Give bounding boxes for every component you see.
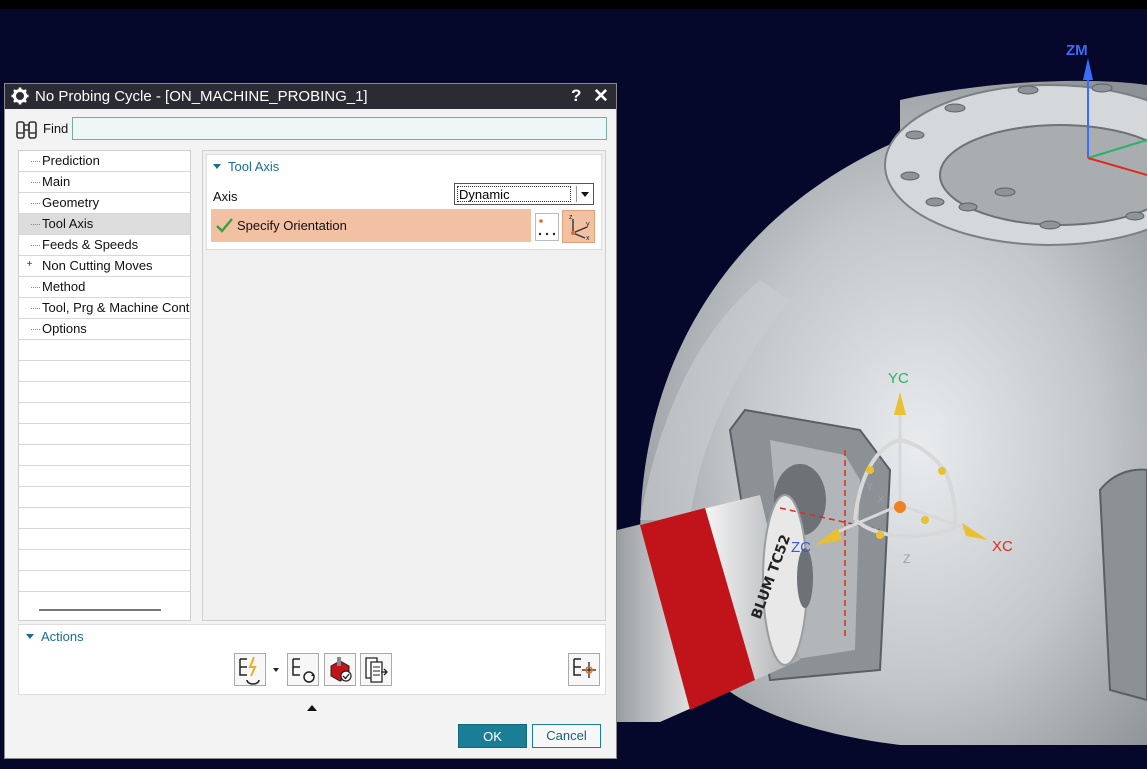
empty-row	[19, 361, 190, 382]
svg-text:z: z	[569, 214, 573, 221]
replay-button[interactable]	[287, 653, 319, 686]
expand-plus-icon[interactable]: +	[25, 260, 34, 270]
nav-item-geometry[interactable]: Geometry	[19, 193, 190, 214]
y-label: Y	[866, 481, 874, 493]
generate-button[interactable]	[234, 653, 266, 686]
nav-item-tool-axis[interactable]: Tool Axis	[19, 214, 190, 235]
empty-row	[19, 529, 190, 550]
ok-button[interactable]: OK	[458, 724, 527, 748]
actions-group: Actions	[18, 624, 606, 695]
empty-row	[19, 571, 190, 592]
empty-row	[19, 340, 190, 361]
collapse-dialog-arrow-icon[interactable]	[307, 705, 317, 711]
nav-item-label: Tool, Prg & Machine Control	[42, 300, 191, 315]
nav-item-label: Options	[42, 321, 87, 336]
point-dots-icon	[538, 219, 556, 236]
checkmark-icon	[216, 218, 233, 233]
export-button[interactable]	[568, 653, 600, 686]
export-icon	[573, 658, 596, 678]
verify-button[interactable]	[324, 653, 356, 686]
actions-group-header[interactable]: Actions	[26, 629, 84, 644]
x-label: X	[877, 494, 885, 506]
nav-item-prediction[interactable]: Prediction	[19, 151, 190, 172]
svg-text:y: y	[586, 221, 590, 228]
nav-item-label: Tool Axis	[42, 216, 94, 231]
close-button[interactable]: ✕	[593, 85, 609, 108]
replay-icon	[292, 658, 315, 683]
point-dialog-button[interactable]	[535, 213, 559, 241]
axis-select-value: Dynamic	[457, 186, 571, 202]
top-border	[0, 0, 1147, 9]
gear-icon	[11, 87, 29, 105]
verify-icon	[330, 657, 352, 682]
tool-axis-group-header[interactable]: Tool Axis	[213, 159, 279, 174]
empty-row	[19, 466, 190, 487]
dialog-titlebar[interactable]: No Probing Cycle - [ON_MACHINE_PROBING_1…	[5, 84, 616, 109]
actions-group-title: Actions	[41, 629, 84, 644]
nav-item-tool-prg-machine-control[interactable]: Tool, Prg & Machine Control	[19, 298, 190, 319]
cancel-button[interactable]: Cancel	[532, 724, 601, 748]
zm-label: ZM	[1066, 42, 1088, 59]
tool-axis-group-title: Tool Axis	[228, 159, 280, 174]
tool-axis-group: Tool Axis Axis Dynamic Specify Orientati…	[206, 154, 602, 250]
csys-dialog-button[interactable]: z y x	[562, 210, 595, 243]
generate-dropdown-arrow[interactable]	[272, 654, 282, 685]
nav-item-label: Method	[42, 279, 86, 294]
nav-item-label: Feeds & Speeds	[42, 237, 139, 252]
empty-row	[19, 382, 190, 403]
nav-item-label: Prediction	[42, 153, 100, 168]
specify-orientation-row[interactable]: Specify Orientation	[211, 209, 531, 242]
svg-text:x: x	[586, 235, 590, 242]
binoculars-icon	[16, 121, 37, 139]
csys-icon: z y x	[569, 214, 590, 242]
generate-icon	[239, 656, 260, 685]
empty-row	[19, 508, 190, 529]
nav-item-feeds-speeds[interactable]: Feeds & Speeds	[19, 235, 190, 256]
find-label: Find	[43, 121, 69, 136]
axis-label: Axis	[213, 189, 238, 204]
nav-item-options[interactable]: Options	[19, 319, 190, 340]
nav-item-non-cutting-moves[interactable]: + Non Cutting Moves	[19, 256, 190, 277]
specify-orientation-label: Specify Orientation	[237, 218, 347, 233]
find-input[interactable]	[72, 117, 607, 140]
collapse-triangle-icon	[26, 634, 34, 639]
axis-select[interactable]: Dynamic	[454, 183, 594, 205]
chevron-down-icon[interactable]	[576, 186, 593, 202]
nav-item-main[interactable]: Main	[19, 172, 190, 193]
xc-label: XC	[992, 538, 1013, 555]
collapse-triangle-icon	[213, 164, 221, 169]
navigation-tree: Prediction Main Geometry Tool Axis Feeds…	[18, 150, 191, 621]
nav-item-label: Non Cutting Moves	[42, 258, 153, 273]
z-label: Z	[903, 552, 910, 566]
help-button[interactable]: ?	[571, 86, 581, 106]
empty-row	[19, 550, 190, 571]
nav-item-method[interactable]: Method	[19, 277, 190, 298]
empty-row	[19, 424, 190, 445]
nav-item-label: Geometry	[42, 195, 100, 210]
no-probing-cycle-dialog: No Probing Cycle - [ON_MACHINE_PROBING_1…	[4, 83, 617, 759]
list-icon	[365, 657, 388, 683]
list-button[interactable]	[360, 653, 392, 686]
nav-item-label: Main	[42, 174, 71, 189]
empty-row	[19, 445, 190, 466]
horizontal-scrollbar[interactable]	[39, 609, 161, 611]
origin-handle[interactable]	[894, 501, 906, 513]
empty-row	[19, 487, 190, 508]
zc-label: ZC	[791, 539, 811, 556]
empty-row	[19, 403, 190, 424]
yc-label: YC	[888, 370, 909, 387]
tool-axis-panel: Tool Axis Axis Dynamic Specify Orientati…	[202, 150, 606, 621]
dialog-title: No Probing Cycle - [ON_MACHINE_PROBING_1…	[35, 88, 368, 105]
